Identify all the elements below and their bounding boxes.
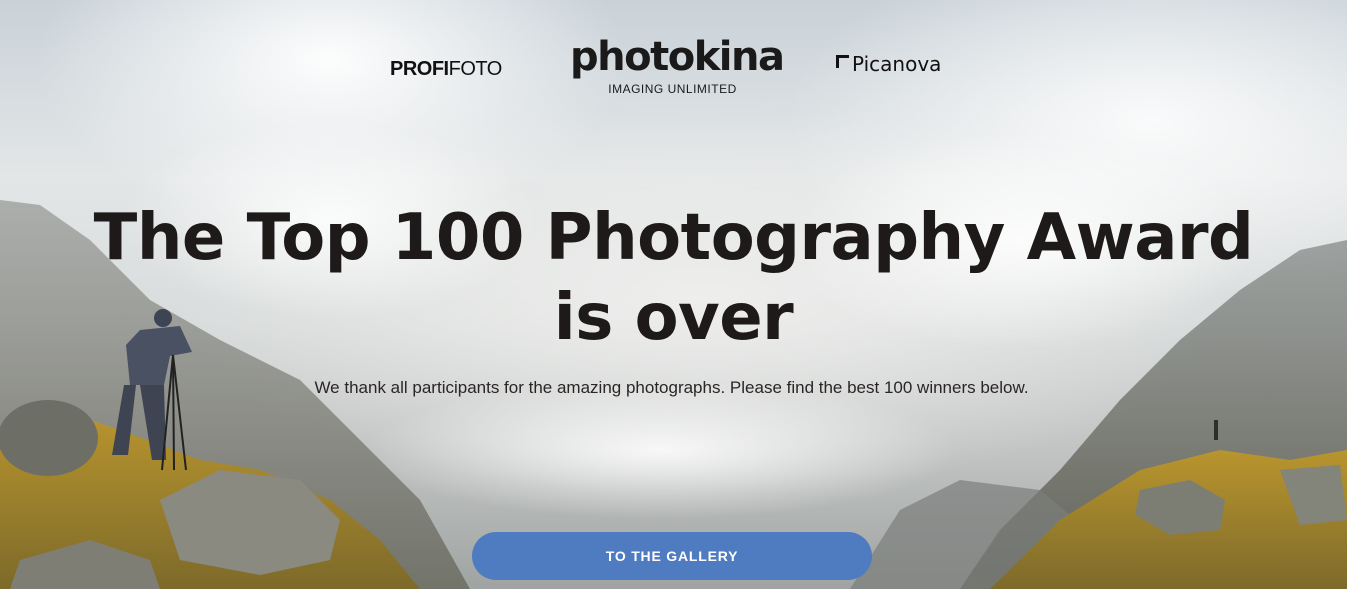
photokina-logo-tagline: IMAGING UNLIMITED [608, 82, 737, 96]
profifoto-logo-bold: PROFI [390, 58, 449, 80]
picanova-logo-name: Picanova [852, 52, 942, 76]
photokina-logo[interactable]: photokina IMAGING UNLIMITED [570, 34, 785, 96]
to-the-gallery-button[interactable]: TO THE GALLERY [472, 532, 872, 580]
picanova-logo[interactable]: Picanova [836, 52, 941, 76]
profifoto-logo-light: FOTO [448, 58, 503, 80]
partner-logos: PROFIFOTO photokina IMAGING UNLIMITED Pi… [0, 34, 1347, 114]
profifoto-logo[interactable]: PROFIFOTO [390, 58, 502, 81]
hero-banner: PROFIFOTO photokina IMAGING UNLIMITED Pi… [0, 0, 1347, 589]
photokina-logo-name: photokina [570, 34, 785, 80]
picanova-mark-icon [836, 54, 849, 68]
page-title: The Top 100 Photography Award is over [93, 201, 1254, 355]
hero-subtitle: We thank all participants for the amazin… [314, 378, 1029, 397]
